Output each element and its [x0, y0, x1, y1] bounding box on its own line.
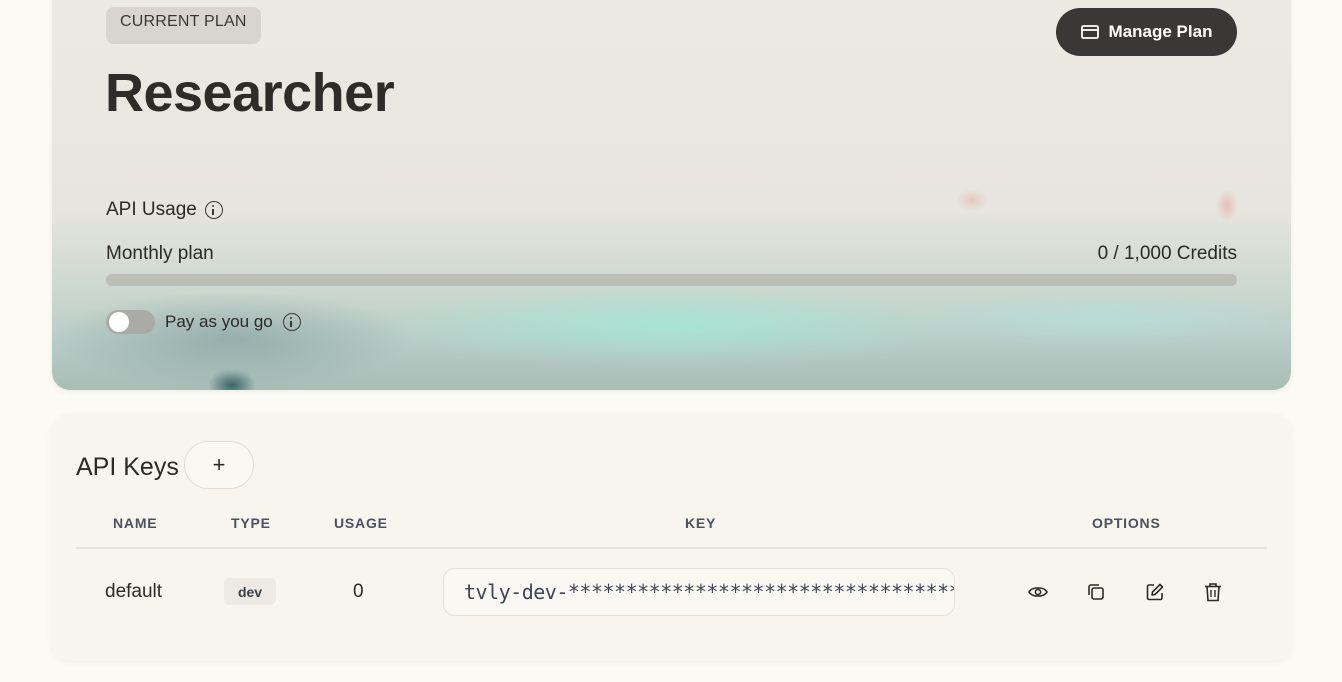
table-divider	[76, 547, 1267, 549]
key-type-badge: dev	[224, 578, 276, 605]
edit-icon[interactable]	[1144, 581, 1166, 603]
add-api-key-button[interactable]: +	[184, 441, 254, 489]
api-usage-heading: API Usage	[106, 199, 223, 221]
copy-icon[interactable]	[1085, 581, 1107, 603]
current-plan-badge: CURRENT PLAN	[106, 7, 261, 44]
api-keys-card: API Keys + NAME TYPE USAGE KEY OPTIONS d…	[52, 415, 1291, 661]
pay-as-you-go-toggle[interactable]	[106, 310, 155, 334]
api-keys-title: API Keys	[76, 453, 179, 481]
key-usage: 0	[353, 581, 364, 602]
column-header-key: KEY	[685, 515, 717, 531]
api-key-value: tvly-dev-*******************************…	[464, 580, 954, 604]
api-usage-label: API Usage	[106, 199, 197, 220]
column-header-usage: USAGE	[334, 515, 388, 531]
toggle-knob	[109, 312, 129, 332]
pay-as-you-go-label: Pay as you go	[165, 312, 273, 331]
eye-icon[interactable]	[1027, 581, 1049, 603]
current-plan-card: CURRENT PLAN Researcher Manage Plan API …	[52, 0, 1291, 390]
pay-as-you-go-row: Pay as you go	[106, 310, 301, 334]
column-header-name: NAME	[113, 515, 158, 531]
plan-name: Researcher	[105, 63, 395, 123]
column-header-options: OPTIONS	[1092, 515, 1161, 531]
trash-icon[interactable]	[1202, 581, 1224, 603]
info-icon[interactable]	[204, 201, 223, 219]
column-header-type: TYPE	[231, 515, 271, 531]
credits-readout: 0 / 1,000 Credits	[1097, 243, 1237, 264]
manage-plan-label: Manage Plan	[1108, 22, 1213, 41]
api-key-field[interactable]: tvly-dev-*******************************…	[443, 568, 955, 616]
monthly-plan-label: Monthly plan	[106, 243, 214, 264]
credit-card-icon	[1080, 25, 1099, 39]
usage-progress-bar	[106, 274, 1237, 286]
key-name: default	[105, 581, 163, 602]
info-icon[interactable]	[282, 313, 301, 331]
manage-plan-button[interactable]: Manage Plan	[1056, 8, 1237, 56]
